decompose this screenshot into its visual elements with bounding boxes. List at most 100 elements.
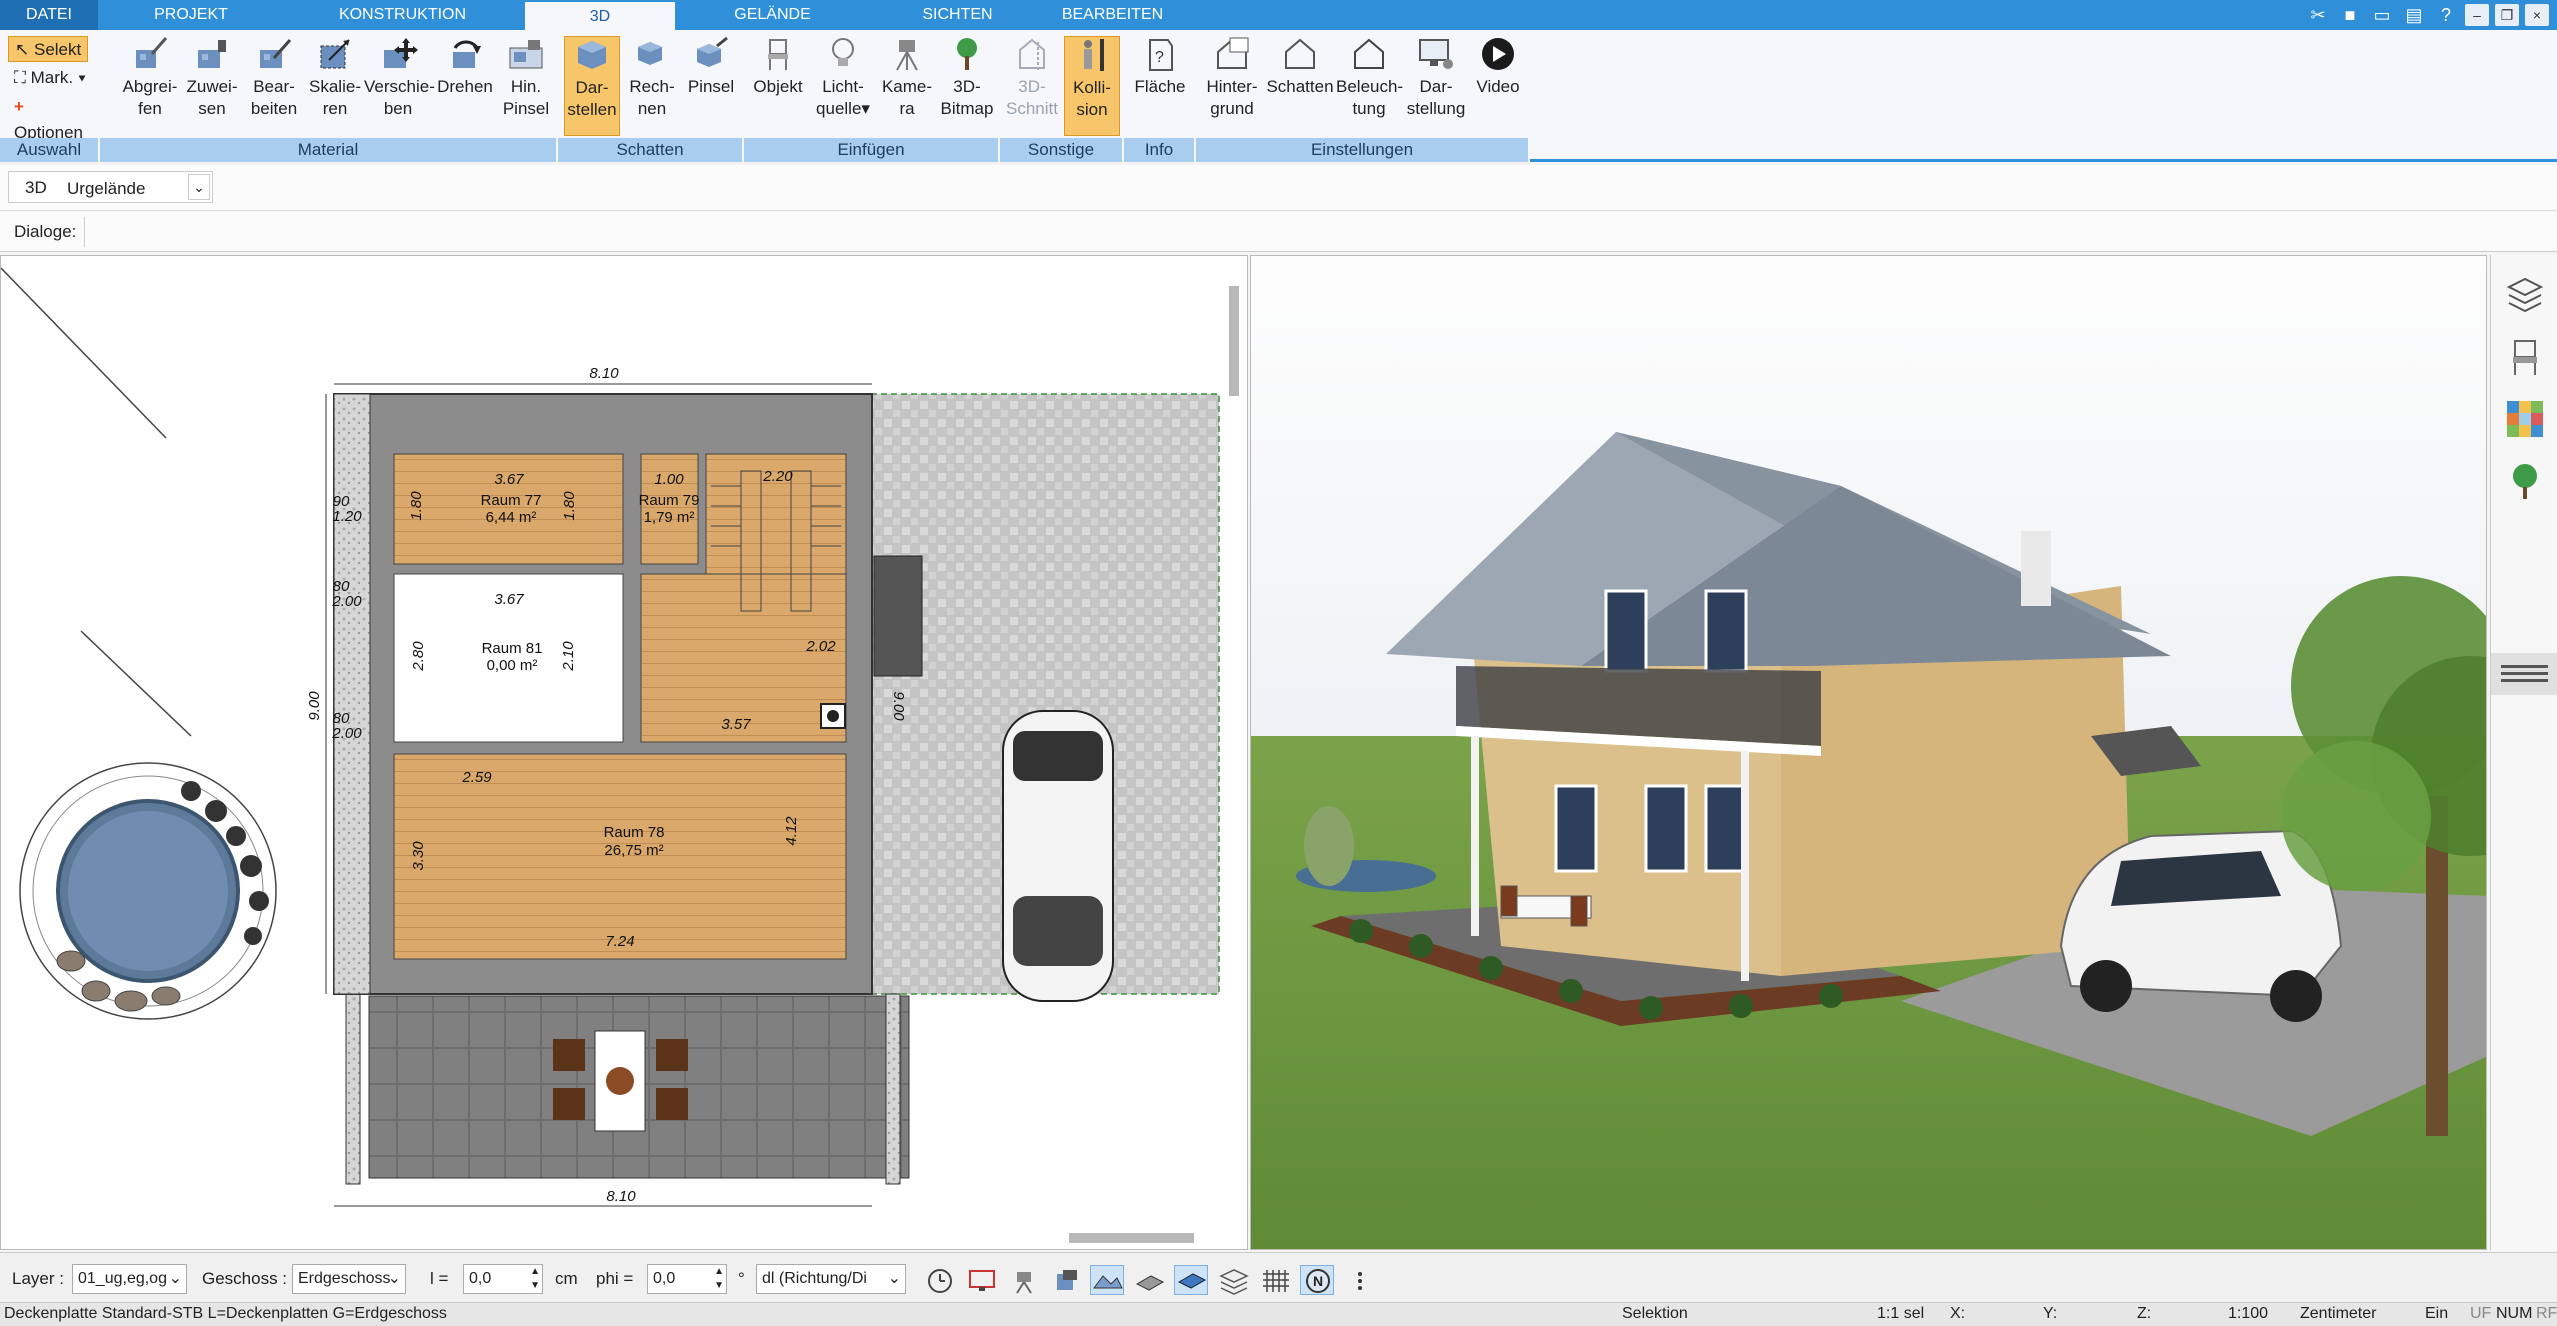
help-icon[interactable]: ? (2433, 3, 2459, 27)
schnitt-3d-button[interactable]: 3D- Schnitt (1004, 36, 1060, 136)
group-label-info: Info (1124, 138, 1196, 162)
hintergrund-button[interactable]: Hinter-grund (1200, 36, 1264, 136)
tab-datei[interactable]: DATEI (0, 0, 98, 30)
menu-line-icon (2501, 672, 2548, 675)
floor-plan-view[interactable]: 8.10 8.10 9.00 9.00 3.67 3.67 1.00 2.20 … (0, 255, 1248, 1250)
status-unit: Zentimeter (2300, 1305, 2377, 1322)
close-button[interactable]: × (2525, 4, 2549, 26)
tab-sichten[interactable]: SICHTEN (880, 0, 1035, 30)
chevron-down-icon[interactable]: ⌄ (188, 174, 210, 200)
floor-plan-canvas[interactable]: 8.10 8.10 9.00 9.00 3.67 3.67 1.00 2.20 … (1, 256, 1248, 1250)
geschoss-select[interactable]: Erdgeschoss ⌄ (292, 1264, 406, 1294)
plants-icon[interactable] (2505, 461, 2545, 501)
phi-label: phi = (596, 1269, 634, 1288)
tab-bearbeiten[interactable]: BEARBEITEN (1045, 0, 1180, 30)
render-3d-view[interactable] (1250, 255, 2487, 1250)
rooms-icon[interactable]: ▤ (2401, 3, 2427, 27)
kamera-button[interactable]: Kame-ra (878, 36, 936, 136)
tab-projekt[interactable]: PROJEKT (120, 0, 262, 30)
layers-icon[interactable] (2505, 275, 2545, 315)
screen-icon[interactable] (964, 1265, 998, 1295)
schnitt-3d-label1: 3D- (1018, 77, 1046, 96)
spin-icon[interactable]: ▲ ▼ (714, 1265, 724, 1293)
menu-line-icon (2501, 665, 2548, 668)
socket-dot (827, 710, 839, 722)
chevron-down-icon: ⌄ (168, 1270, 182, 1287)
sidebar-toggle[interactable] (2491, 653, 2557, 695)
pond[interactable] (19, 762, 277, 1020)
darstellung-button[interactable]: Dar-stellung (1404, 36, 1468, 136)
render-3d-canvas[interactable] (1251, 256, 2487, 1250)
selekt-button[interactable]: ↖ Selekt (8, 36, 89, 62)
tab-gelaende[interactable]: GELÄNDE (700, 0, 845, 30)
grid-icon[interactable] (1258, 1265, 1292, 1295)
spin-icon[interactable]: ▲ ▼ (530, 1265, 540, 1293)
schatten-einst-button[interactable]: Schatten (1266, 36, 1334, 136)
schatten-pinsel-button[interactable]: Pinsel (682, 36, 740, 136)
north-icon[interactable]: N (1300, 1265, 1334, 1295)
flaeche-label1: Fläche (1134, 77, 1186, 96)
phi-input[interactable]: 0,0 ▲ ▼ (647, 1264, 727, 1294)
abgreifen-button[interactable]: Abgrei-fen (120, 36, 180, 136)
paint-bucket-icon[interactable] (1048, 1265, 1082, 1295)
slab-icon[interactable] (1132, 1265, 1166, 1295)
kollision-button[interactable]: Kolli-sion (1064, 36, 1120, 136)
drehen-button[interactable]: Drehen (434, 36, 496, 136)
more-icon[interactable] (1342, 1265, 1376, 1295)
schatten-rechnen-button[interactable]: Rech-nen (624, 36, 680, 136)
minimize-button[interactable]: – (2465, 4, 2489, 26)
bitmap-3d-button[interactable]: 3D- Bitmap (936, 36, 998, 136)
floor-plate-icon[interactable] (1174, 1265, 1208, 1295)
lichtquelle-button[interactable]: Licht-quelle▾ (810, 36, 876, 136)
tab-konstruktion[interactable]: KONSTRUKTION (310, 0, 495, 30)
flaeche-button[interactable]: ? Fläche (1128, 36, 1192, 136)
furniture-icon[interactable] (2505, 337, 2545, 377)
bearbeiten-button[interactable]: Bear-beiten (244, 36, 304, 136)
camera-path-icon[interactable] (1006, 1265, 1040, 1295)
zuweisen-label1: Zuwei- (186, 77, 238, 96)
group-label-einstellungen: Einstellungen (1196, 138, 1530, 162)
car-top-view[interactable] (1002, 710, 1114, 1002)
stop-icon[interactable]: ■ (2337, 3, 2363, 27)
terrain-selector[interactable]: 3D Urgelände ⌄ (8, 171, 213, 203)
skalieren-button[interactable]: Skalie-ren (304, 36, 366, 136)
layer-select[interactable]: 01_ug,eg,og ⌄ (72, 1264, 187, 1294)
perimeter-gravel (333, 393, 371, 995)
room-78-name: Raum 78 (604, 824, 665, 841)
optionen-button[interactable]: + Optionen (8, 94, 100, 142)
tab-3d[interactable]: 3D (525, 0, 675, 30)
dl-select[interactable]: dl (Richtung/Di ⌄ (756, 1264, 906, 1294)
zuweisen-button[interactable]: Zuwei-sen (182, 36, 242, 136)
room-81-name: Raum 81 (482, 640, 543, 657)
plan-vertical-scrollbar[interactable] (1229, 286, 1239, 396)
window-icon[interactable]: ▭ (2369, 3, 2395, 27)
assign-material-icon (198, 40, 226, 68)
hin-pinsel-label1: Hin. (510, 77, 542, 96)
schatten-darstellen-button[interactable]: Dar-stellen (564, 36, 620, 136)
tools-icon[interactable]: ✂ (2305, 3, 2331, 27)
mark-button[interactable]: ⛶ Mark. ▾ (8, 65, 92, 91)
length-input[interactable]: 0,0 ▲ ▼ (463, 1264, 543, 1294)
hin-pinsel-button[interactable]: Hin. Pinsel (496, 36, 556, 136)
abgreifen-label2: fen (138, 99, 162, 118)
brush-icon (509, 40, 543, 69)
room-81-area: 0,00 m² (487, 657, 538, 674)
video-button[interactable]: Video (1470, 36, 1526, 136)
objekt-button[interactable]: Objekt (748, 36, 808, 136)
group-label-sonstige: Sonstige (1000, 138, 1124, 162)
chevron-down-icon: ⌄ (387, 1270, 401, 1287)
restore-button[interactable]: ❐ (2495, 4, 2519, 26)
beleuchtung-button[interactable]: Beleuch-tung (1336, 36, 1403, 136)
verschieben-button[interactable]: Verschie-ben (364, 36, 435, 136)
plan-horizontal-scrollbar[interactable] (1069, 1233, 1194, 1243)
eyedropper-icon (136, 37, 168, 68)
room-79-area: 1,79 m² (644, 509, 695, 526)
drehen-label1: Drehen (437, 77, 493, 96)
dialoge-label: Dialoge: (6, 217, 86, 247)
terrain-icon[interactable] (1090, 1265, 1124, 1295)
layers-stack-icon[interactable] (1216, 1265, 1250, 1295)
clock-icon[interactable] (922, 1265, 956, 1295)
edit-material-icon (260, 39, 292, 68)
materials-icon[interactable] (2505, 399, 2545, 439)
svg-text:?: ? (1155, 49, 1164, 66)
